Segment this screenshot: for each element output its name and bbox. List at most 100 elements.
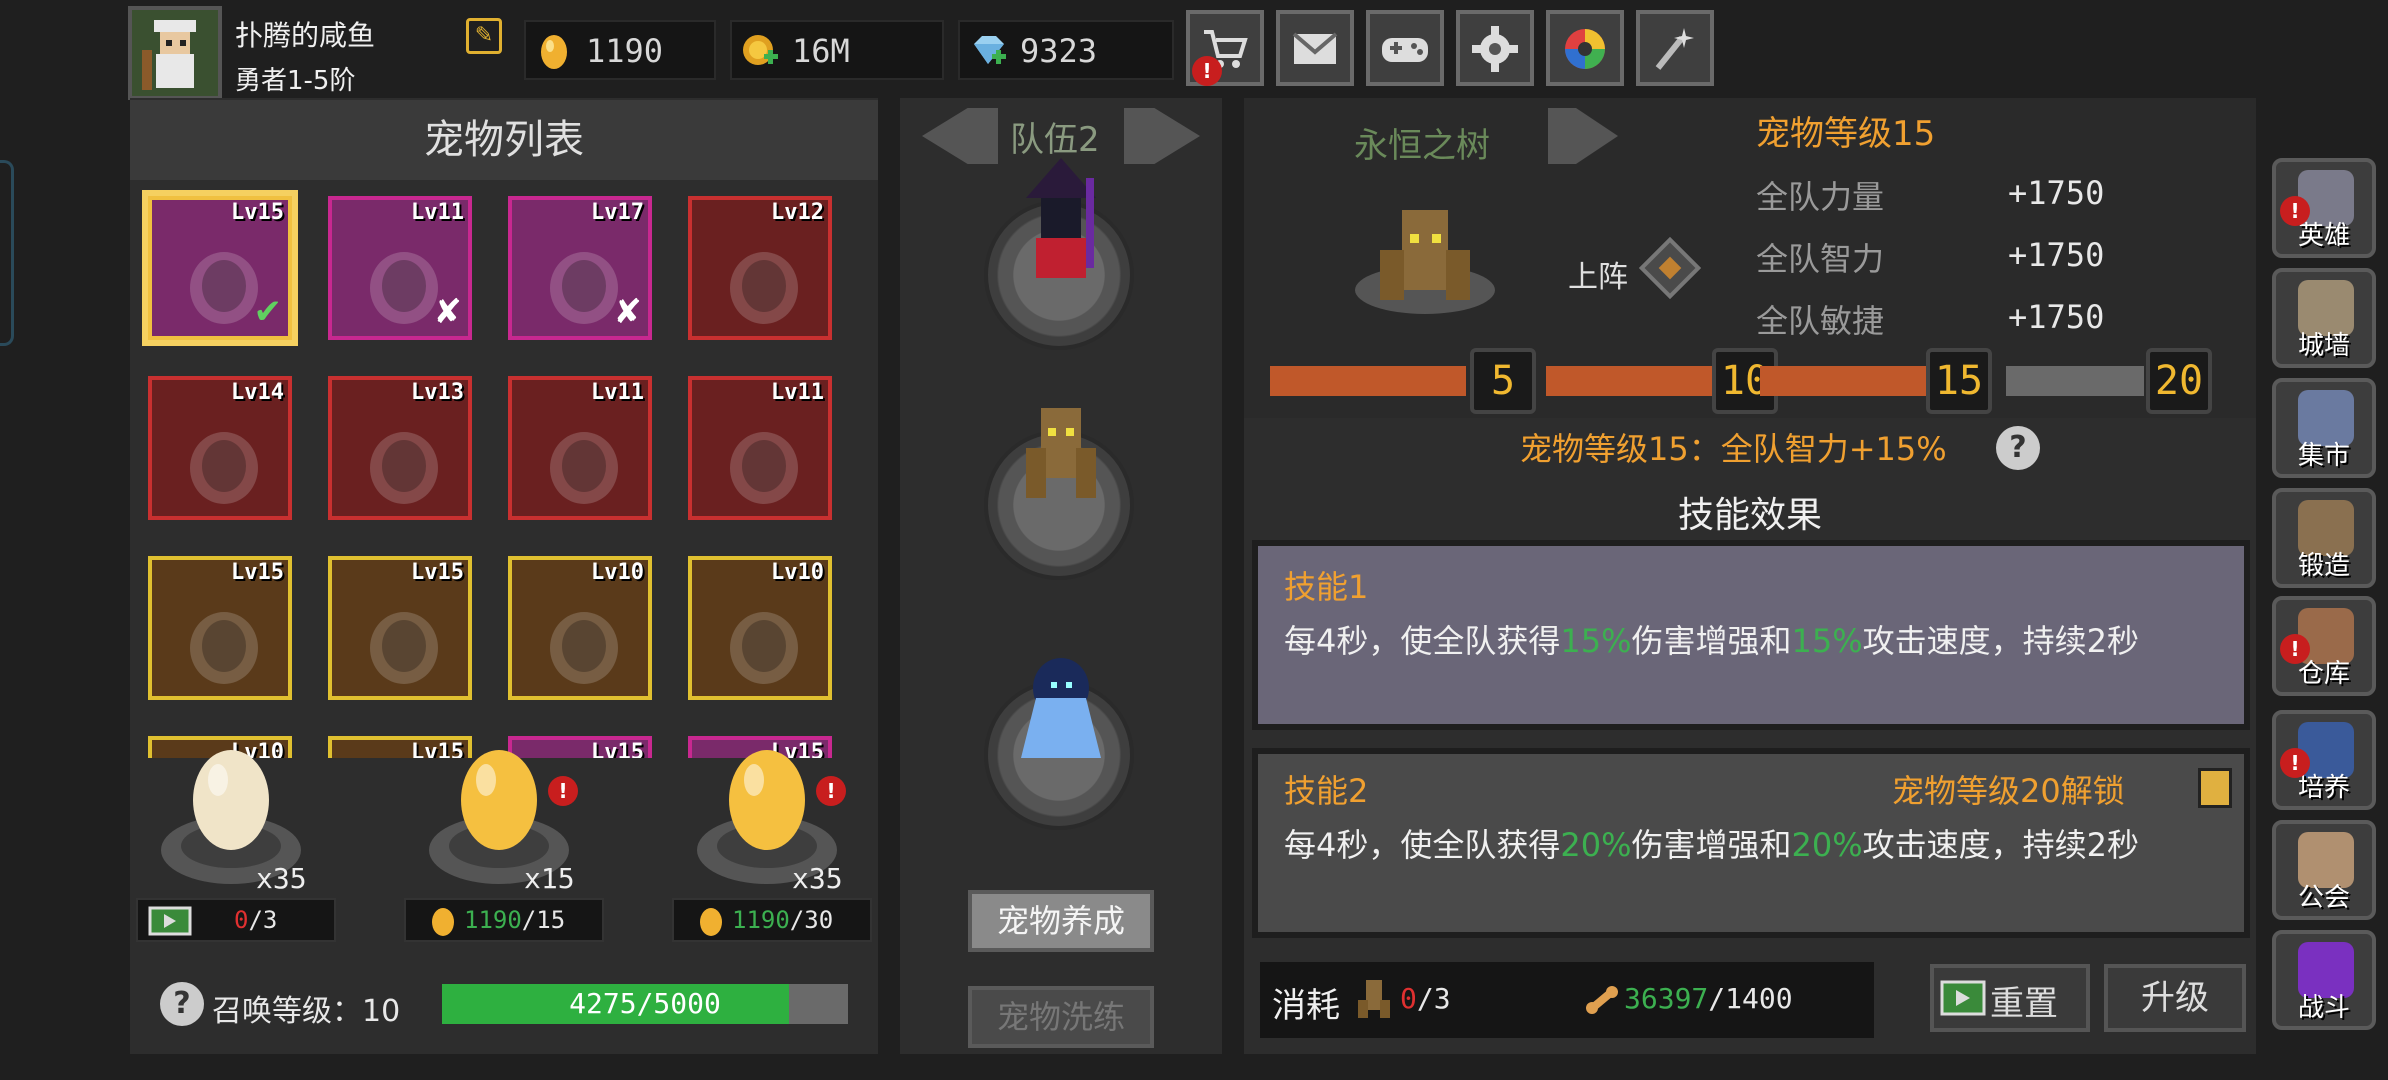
tree-pet-cost-icon xyxy=(1358,980,1390,1018)
side-nav-button[interactable]: 仓库! xyxy=(2272,596,2376,696)
milestone-level: 15 xyxy=(1926,348,1992,414)
player-avatar[interactable] xyxy=(128,6,222,100)
pet-card[interactable]: Lv11 xyxy=(688,376,832,520)
color-wheel-icon xyxy=(1565,29,1605,69)
pet-card[interactable]: Lv15 xyxy=(148,556,292,700)
pet-level: Lv10 xyxy=(591,560,644,585)
pet-card[interactable]: Lv10 xyxy=(508,556,652,700)
settings-button[interactable] xyxy=(1456,10,1534,86)
pet-card[interactable]: Lv15 xyxy=(328,556,472,700)
pet-refine-button[interactable]: 宠物洗练 xyxy=(968,986,1154,1048)
edit-name-button[interactable]: ✎ xyxy=(466,18,502,54)
pet-card[interactable]: Lv11 xyxy=(508,376,652,520)
pet-card[interactable]: Lv14 xyxy=(148,376,292,520)
pet-list-title: 宠物列表 xyxy=(130,100,878,180)
egg-cost-max: /30 xyxy=(789,906,834,934)
egg-cost: 0/3 xyxy=(136,898,336,942)
pet-card[interactable]: Lv11 ✘ xyxy=(328,196,472,340)
left-edge-tab[interactable] xyxy=(0,160,14,346)
side-nav-button[interactable]: 英雄! xyxy=(2272,158,2376,258)
shop-alert-badge: ! xyxy=(1192,56,1222,86)
pet-level: Lv11 xyxy=(771,380,824,405)
color-wheel-button[interactable] xyxy=(1546,10,1624,86)
side-nav-label: 公会 xyxy=(2297,883,2350,913)
egg-cost-max: /15 xyxy=(521,906,566,934)
player-rank: 勇者1-5阶 xyxy=(235,66,356,96)
egg-alert-badge: ! xyxy=(548,776,578,806)
pet-sprite-icon xyxy=(370,612,438,684)
side-nav-button[interactable]: 培养! xyxy=(2272,710,2376,810)
side-nav-alert-badge: ! xyxy=(2280,748,2310,778)
tree-pet-icon xyxy=(1355,210,1495,314)
pet-sprite-icon xyxy=(730,252,798,324)
stat-name: 全队敏捷 xyxy=(1756,302,1885,340)
egg-cost-text: 1190/30 xyxy=(732,906,833,934)
milestone-segment xyxy=(1760,366,1928,396)
skill-1-card: 技能1 每4秒，使全队获得15%伤害增强和15%攻击速度，持续2秒 xyxy=(1252,540,2250,730)
gamepad-button[interactable] xyxy=(1366,10,1444,86)
egg-cost-text: 0/3 xyxy=(234,906,277,934)
help-icon[interactable]: ? xyxy=(160,982,204,1026)
egg-cost-text: 1190/15 xyxy=(464,906,565,934)
pet-card[interactable]: Lv13 xyxy=(328,376,472,520)
pet-cost-max: /3 xyxy=(1416,982,1451,1015)
stat-value: +1750 xyxy=(2008,174,2105,212)
side-nav-button[interactable]: 锻造 xyxy=(2272,488,2376,588)
egg-cost: 1190/15 xyxy=(404,898,604,942)
deploy-label: 上阵 xyxy=(1568,260,1628,295)
bonus-help-icon[interactable]: ? xyxy=(1996,426,2040,470)
skill-1-title: 技能1 xyxy=(1284,568,1369,606)
pet-status-mark: ✔ xyxy=(253,292,283,332)
egg-cost-used: 1190 xyxy=(732,906,790,934)
pet-card[interactable]: Lv17 ✘ xyxy=(508,196,652,340)
egg-slot[interactable]: x35! 1190/30 xyxy=(672,740,872,950)
player-name: 扑腾的咸鱼 xyxy=(235,19,376,52)
stat-name: 全队智力 xyxy=(1756,240,1885,278)
stat-value: +1750 xyxy=(2008,298,2105,336)
cost-label: 消耗 xyxy=(1272,986,1340,1026)
coin-plus-icon xyxy=(743,35,778,65)
pencil-icon: ✎ xyxy=(474,23,494,48)
team-slot-2[interactable] xyxy=(984,408,1134,580)
fireworks-button[interactable] xyxy=(1636,10,1714,86)
skill-value: 15% xyxy=(1560,622,1632,660)
egg-count: x35 xyxy=(256,862,307,895)
upgrade-button[interactable]: 升级 xyxy=(2104,964,2246,1032)
pet-level: Lv14 xyxy=(231,380,284,405)
reset-button[interactable]: 重置 xyxy=(1930,964,2090,1032)
pet-level: Lv10 xyxy=(771,560,824,585)
pet-level-title: 宠物等级15 xyxy=(1756,114,1936,154)
side-nav-button[interactable]: 集市 xyxy=(2272,378,2376,478)
side-nav-label: 城墙 xyxy=(2297,331,2350,361)
milestone-level: 20 xyxy=(2146,348,2212,414)
skill-text-part: 每4秒，使全队获得 xyxy=(1284,826,1561,864)
mail-button[interactable] xyxy=(1276,10,1354,86)
pet-level: Lv15 xyxy=(411,560,464,585)
pet-cost-used: 0 xyxy=(1400,982,1417,1015)
pet-portrait xyxy=(1340,190,1510,320)
egg-cost-used: 0 xyxy=(234,906,249,934)
egg-cost: 1190/30 xyxy=(672,898,872,942)
egg-slot[interactable]: x15! 1190/15 xyxy=(404,740,604,950)
summon-level-bar: ? 召唤等级：10 4275/5000 xyxy=(130,968,878,1054)
pet-card[interactable]: Lv15 ✔ xyxy=(148,196,292,340)
pet-sprite-icon xyxy=(370,432,438,504)
team-slot-1[interactable] xyxy=(984,158,1134,350)
side-nav-button[interactable]: 战斗 xyxy=(2272,930,2376,1030)
milestone-segment xyxy=(1546,366,1714,396)
pet-card[interactable]: Lv12 xyxy=(688,196,832,340)
side-nav-button[interactable]: 城墙 xyxy=(2272,268,2376,368)
skill-text-part: 每4秒，使全队获得 xyxy=(1284,622,1561,660)
stat-name: 全队力量 xyxy=(1756,178,1885,216)
egg-slot[interactable]: x35 0/3 xyxy=(136,740,336,950)
tree-pet-icon xyxy=(1026,408,1096,498)
pet-card[interactable]: Lv10 xyxy=(688,556,832,700)
skill-text-part: 伤害增强和 xyxy=(1631,826,1792,864)
pet-train-button[interactable]: 宠物养成 xyxy=(968,890,1154,952)
side-nav-button[interactable]: 公会 xyxy=(2272,820,2376,920)
bone-have: 36397 xyxy=(1624,982,1709,1015)
shop-button[interactable]: ! xyxy=(1186,10,1264,86)
pet-level: Lv11 xyxy=(591,380,644,405)
skill-text-part: 攻击速度，持续2秒 xyxy=(1862,622,2140,660)
team-slot-3[interactable] xyxy=(984,658,1134,830)
